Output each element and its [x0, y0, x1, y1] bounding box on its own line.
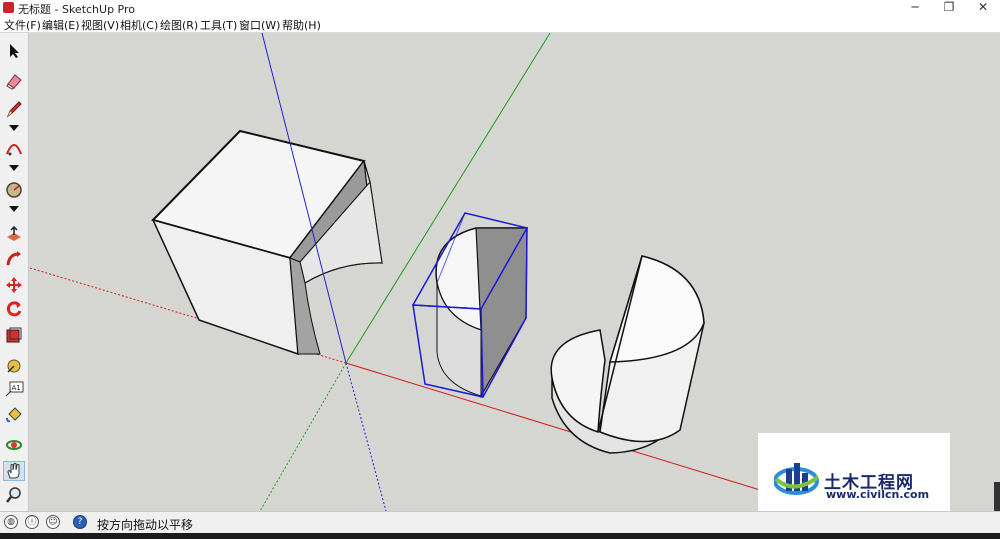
eraser-tool[interactable]	[3, 71, 25, 91]
menu-view[interactable]: 视图(V)	[81, 17, 119, 33]
select-tool[interactable]	[3, 41, 25, 61]
orbit-tool[interactable]	[3, 435, 25, 455]
restore-button[interactable]: ❐	[932, 0, 966, 16]
scale-tool[interactable]	[3, 325, 25, 345]
arc-tools-dropdown[interactable]	[3, 163, 25, 173]
push-pull-tool[interactable]	[3, 225, 25, 245]
rotate-tool[interactable]	[3, 299, 25, 319]
magnifier-icon	[6, 487, 21, 503]
large-tool-set: A1	[0, 33, 29, 511]
z-axis-negative	[345, 362, 387, 511]
arc-tool[interactable]	[3, 139, 25, 159]
taskbar	[0, 533, 1000, 539]
minimize-button[interactable]: ─	[898, 0, 932, 16]
move-icon	[6, 277, 22, 293]
civilcn-logo-icon	[774, 463, 820, 495]
menu-file[interactable]: 文件(F)	[4, 17, 41, 33]
follow-me-tool[interactable]	[3, 249, 25, 269]
user-account-icon[interactable]: ☺	[46, 515, 60, 529]
title-bar: 无标题 - SketchUp Pro ─ ❐ ✕	[0, 0, 1000, 16]
menu-draw[interactable]: 绘图(R)	[160, 17, 198, 33]
orbit-icon	[6, 440, 22, 450]
menu-bar: 文件(F) 编辑(E) 视图(V) 相机(C) 绘图(R) 工具(T) 窗口(W…	[0, 16, 1000, 33]
menu-tools[interactable]: 工具(T)	[200, 17, 237, 33]
chevron-down-icon	[9, 165, 19, 171]
circle-icon	[6, 182, 22, 198]
paint-bucket-icon	[6, 407, 22, 423]
help-icon[interactable]: ?	[73, 515, 87, 529]
geo-location-icon[interactable]: ◍	[4, 515, 18, 529]
tape-measure-tool[interactable]	[3, 355, 25, 375]
menu-help[interactable]: 帮助(H)	[282, 17, 321, 33]
close-button[interactable]: ✕	[966, 0, 1000, 16]
window-title: 无标题 - SketchUp Pro	[18, 3, 136, 16]
half-cylinder-selected[interactable]	[411, 212, 529, 399]
line-tools-dropdown[interactable]	[3, 123, 25, 133]
menu-window[interactable]: 窗口(W)	[239, 17, 280, 33]
text-icon: A1	[5, 381, 24, 397]
paint-bucket-tool[interactable]	[3, 405, 25, 425]
credits-icon[interactable]: ⓘ	[25, 515, 39, 529]
pan-tool[interactable]	[3, 461, 25, 481]
status-bar: ◍ ⓘ ☺ ? 按方向拖动以平移	[0, 511, 1000, 534]
shape-tools-dropdown[interactable]	[3, 204, 25, 214]
box-model[interactable]	[151, 129, 383, 356]
split-cylinder-model[interactable]	[550, 255, 705, 454]
menu-edit[interactable]: 编辑(E)	[42, 17, 80, 33]
push-pull-icon	[7, 226, 21, 241]
sketchup-logo-icon	[3, 2, 14, 13]
circle-tool[interactable]	[3, 180, 25, 200]
move-tool[interactable]	[3, 275, 25, 295]
arrow-cursor-icon	[10, 44, 19, 58]
watermark-url: www.civilcn.com	[826, 488, 930, 501]
zoom-tool[interactable]	[3, 485, 25, 505]
pencil-tool[interactable]	[3, 99, 25, 119]
y-axis-negative	[259, 362, 347, 511]
svg-text:A1: A1	[12, 384, 21, 392]
scale-icon	[6, 327, 22, 343]
menu-camera[interactable]: 相机(C)	[120, 17, 158, 33]
chevron-down-icon	[9, 125, 19, 131]
status-text: 按方向拖动以平移	[97, 518, 194, 532]
pencil-icon	[6, 101, 22, 118]
hand-icon	[7, 463, 20, 479]
chevron-down-icon	[9, 206, 19, 212]
follow-me-icon	[6, 251, 21, 266]
eraser-icon	[6, 74, 22, 90]
arc-icon	[6, 144, 22, 156]
tape-measure-icon	[7, 359, 21, 373]
rotate-icon	[6, 301, 22, 317]
text-tool[interactable]: A1	[3, 379, 25, 399]
